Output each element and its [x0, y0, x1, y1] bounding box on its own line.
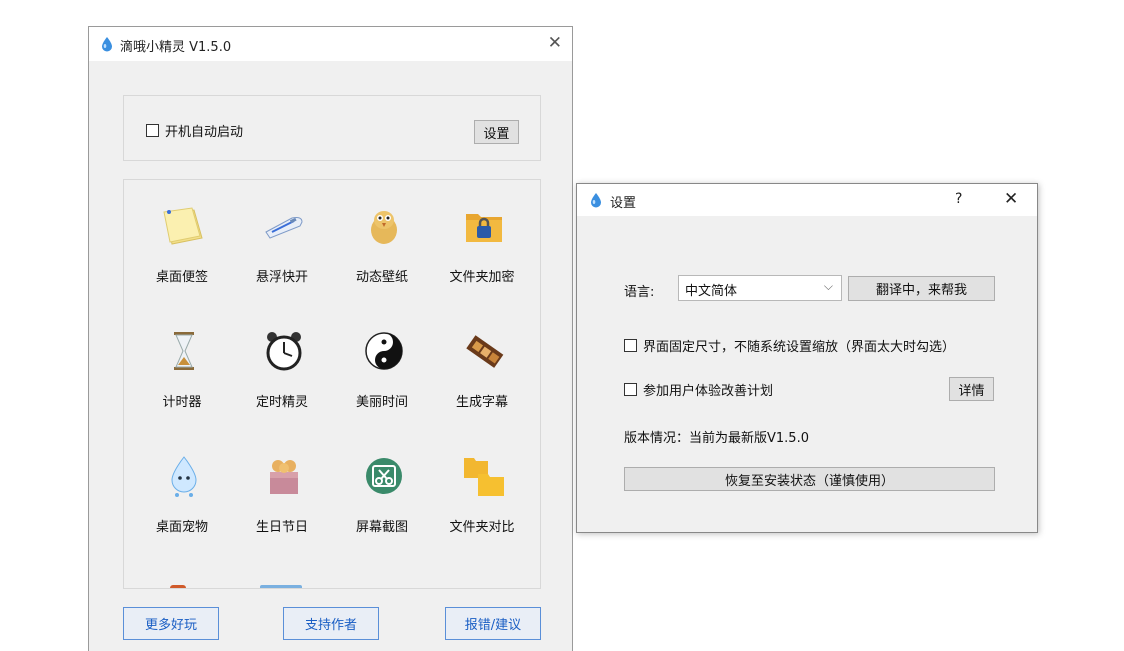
tool-desktop-notes[interactable]: 桌面便签 [132, 180, 232, 290]
ux-program-checkbox-row[interactable]: 参加用户体验改善计划 [624, 380, 773, 399]
tool-label: 生日节日 [255, 520, 308, 535]
gift-box-icon [270, 460, 298, 494]
tool-label: 文件夹加密 [449, 270, 515, 285]
tool-folder-compare[interactable]: 文件夹对比 [432, 430, 532, 540]
tool-label: 文件夹对比 [449, 520, 515, 535]
settings-button[interactable]: 设置 [474, 120, 519, 144]
tool-scheduler[interactable]: 定时精灵 [232, 305, 332, 415]
autostart-group: 开机自动启动 设置 [123, 95, 541, 161]
tools-grid: 桌面便签 悬浮快开 动态壁纸 文件夹加密 计时器 定时精灵 美丽时间 生成字幕 … [123, 179, 541, 589]
locked-folder-icon [466, 214, 502, 242]
settings-close-button[interactable]: ✕ [1004, 189, 1018, 209]
main-titlebar[interactable]: 滴哦小精灵 V1.5.0 ✕ [89, 27, 572, 61]
autostart-label: 开机自动启动 [165, 125, 244, 140]
water-drop-icon [591, 193, 601, 208]
tool-label: 计时器 [162, 395, 202, 410]
tool-label: 屏幕截图 [355, 520, 408, 535]
main-window-title: 滴哦小精灵 V1.5.0 [120, 40, 232, 55]
translate-help-button[interactable]: 翻译中，来帮我 [848, 276, 995, 301]
ux-program-label: 参加用户体验改善计划 [643, 384, 774, 399]
tool-label: 悬浮快开 [255, 270, 308, 285]
tool-screenshot[interactable]: 屏幕截图 [332, 430, 432, 540]
tool-timer[interactable]: 计时器 [132, 305, 232, 415]
water-drop-icon [102, 37, 112, 52]
settings-dialog: 设置 ? ✕ 语言: 中文简体 ⌵ 翻译中，来帮我 界面固定尺寸，不随系统设置缩… [576, 183, 1038, 533]
settings-titlebar[interactable]: 设置 ? ✕ [577, 184, 1037, 216]
screenshot-scissors-icon [366, 458, 402, 494]
tool-label: 定时精灵 [255, 395, 308, 410]
hourglass-icon [174, 332, 194, 370]
ux-program-checkbox[interactable] [624, 383, 637, 396]
fixed-size-checkbox-row[interactable]: 界面固定尺寸，不随系统设置缩放（界面太大时勾选） [624, 336, 955, 355]
main-close-button[interactable]: ✕ [548, 33, 562, 53]
sticky-note-icon [163, 207, 203, 245]
fixed-size-label: 界面固定尺寸，不随系统设置缩放（界面太大时勾选） [643, 340, 956, 355]
support-author-button[interactable]: 支持作者 [283, 607, 379, 640]
tool-label: 桌面便签 [155, 270, 208, 285]
tool-label: 美丽时间 [355, 395, 408, 410]
details-button[interactable]: 详情 [949, 377, 994, 401]
main-window: 滴哦小精灵 V1.5.0 ✕ 开机自动启动 设置 桌面便签 悬浮快开 动态壁纸 … [88, 26, 573, 651]
tool-label: 生成字幕 [455, 395, 508, 410]
restore-defaults-button[interactable]: 恢复至安装状态（谨慎使用） [624, 467, 995, 491]
tool-folder-encrypt[interactable]: 文件夹加密 [432, 180, 532, 290]
tool-subtitles[interactable]: 生成字幕 [432, 305, 532, 415]
autostart-checkbox[interactable] [146, 124, 159, 137]
compare-folders-icon [464, 458, 504, 496]
yin-yang-clock-icon [365, 332, 403, 370]
partial-tool-icon [260, 585, 302, 588]
more-fun-button[interactable]: 更多好玩 [123, 607, 219, 640]
language-select[interactable]: 中文简体 ⌵ [678, 275, 842, 301]
settings-title: 设置 [610, 196, 637, 211]
language-label: 语言: [624, 285, 655, 300]
chick-icon [371, 211, 397, 244]
film-strip-icon [466, 335, 504, 368]
tool-floating-launcher[interactable]: 悬浮快开 [232, 180, 332, 290]
report-suggest-button[interactable]: 报错/建议 [445, 607, 541, 640]
help-button[interactable]: ? [955, 191, 962, 207]
version-status: 版本情况：当前为最新版V1.5.0 [624, 431, 809, 446]
language-selected-value: 中文简体 [685, 284, 738, 299]
partial-tool-icon [170, 585, 186, 588]
water-drop-pet-icon [171, 456, 197, 497]
fixed-size-checkbox[interactable] [624, 339, 637, 352]
alarm-clock-icon [266, 332, 302, 371]
tool-desktop-pet[interactable]: 桌面宠物 [132, 430, 232, 540]
chevron-down-icon: ⌵ [823, 279, 833, 293]
tool-birthdays[interactable]: 生日节日 [232, 430, 332, 540]
tool-live-wallpaper[interactable]: 动态壁纸 [332, 180, 432, 290]
tool-label: 桌面宠物 [155, 520, 208, 535]
bullet-train-icon [265, 217, 303, 239]
tool-beautiful-time[interactable]: 美丽时间 [332, 305, 432, 415]
autostart-checkbox-row[interactable]: 开机自动启动 [146, 121, 243, 140]
tool-label: 动态壁纸 [355, 270, 408, 285]
